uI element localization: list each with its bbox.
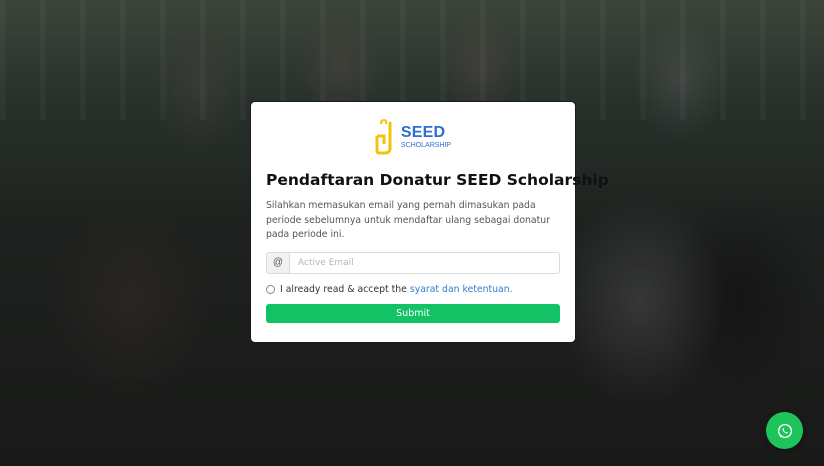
terms-link[interactable]: syarat dan ketentuan.	[410, 284, 513, 295]
page: SEED SCHOLARSHIP Pendaftaran Donatur SEE…	[0, 0, 824, 466]
submit-button[interactable]: Submit	[266, 303, 560, 323]
seed-logo-icon	[375, 118, 392, 155]
page-title: Pendaftaran Donatur SEED Scholarship	[266, 171, 609, 189]
seed-logo: SEED SCHOLARSHIP	[266, 116, 560, 158]
whatsapp-button[interactable]	[766, 412, 803, 449]
email-field[interactable]	[290, 252, 559, 273]
form-description: Silahkan memasukan email yang pernah dim…	[266, 200, 550, 240]
whatsapp-icon	[777, 423, 792, 438]
terms-label: I already read & accept the	[280, 283, 407, 295]
logo-sub-text: SCHOLARSHIP	[400, 142, 452, 149]
logo-brand-text: SEED	[400, 124, 446, 141]
terms-checkbox[interactable]	[266, 284, 275, 294]
email-input-group: @	[266, 251, 560, 274]
terms-row: I already read & accept the syarat dan k…	[266, 284, 560, 295]
registration-card: SEED SCHOLARSHIP Pendaftaran Donatur SEE…	[250, 101, 609, 343]
at-sign-icon: @	[267, 252, 290, 273]
